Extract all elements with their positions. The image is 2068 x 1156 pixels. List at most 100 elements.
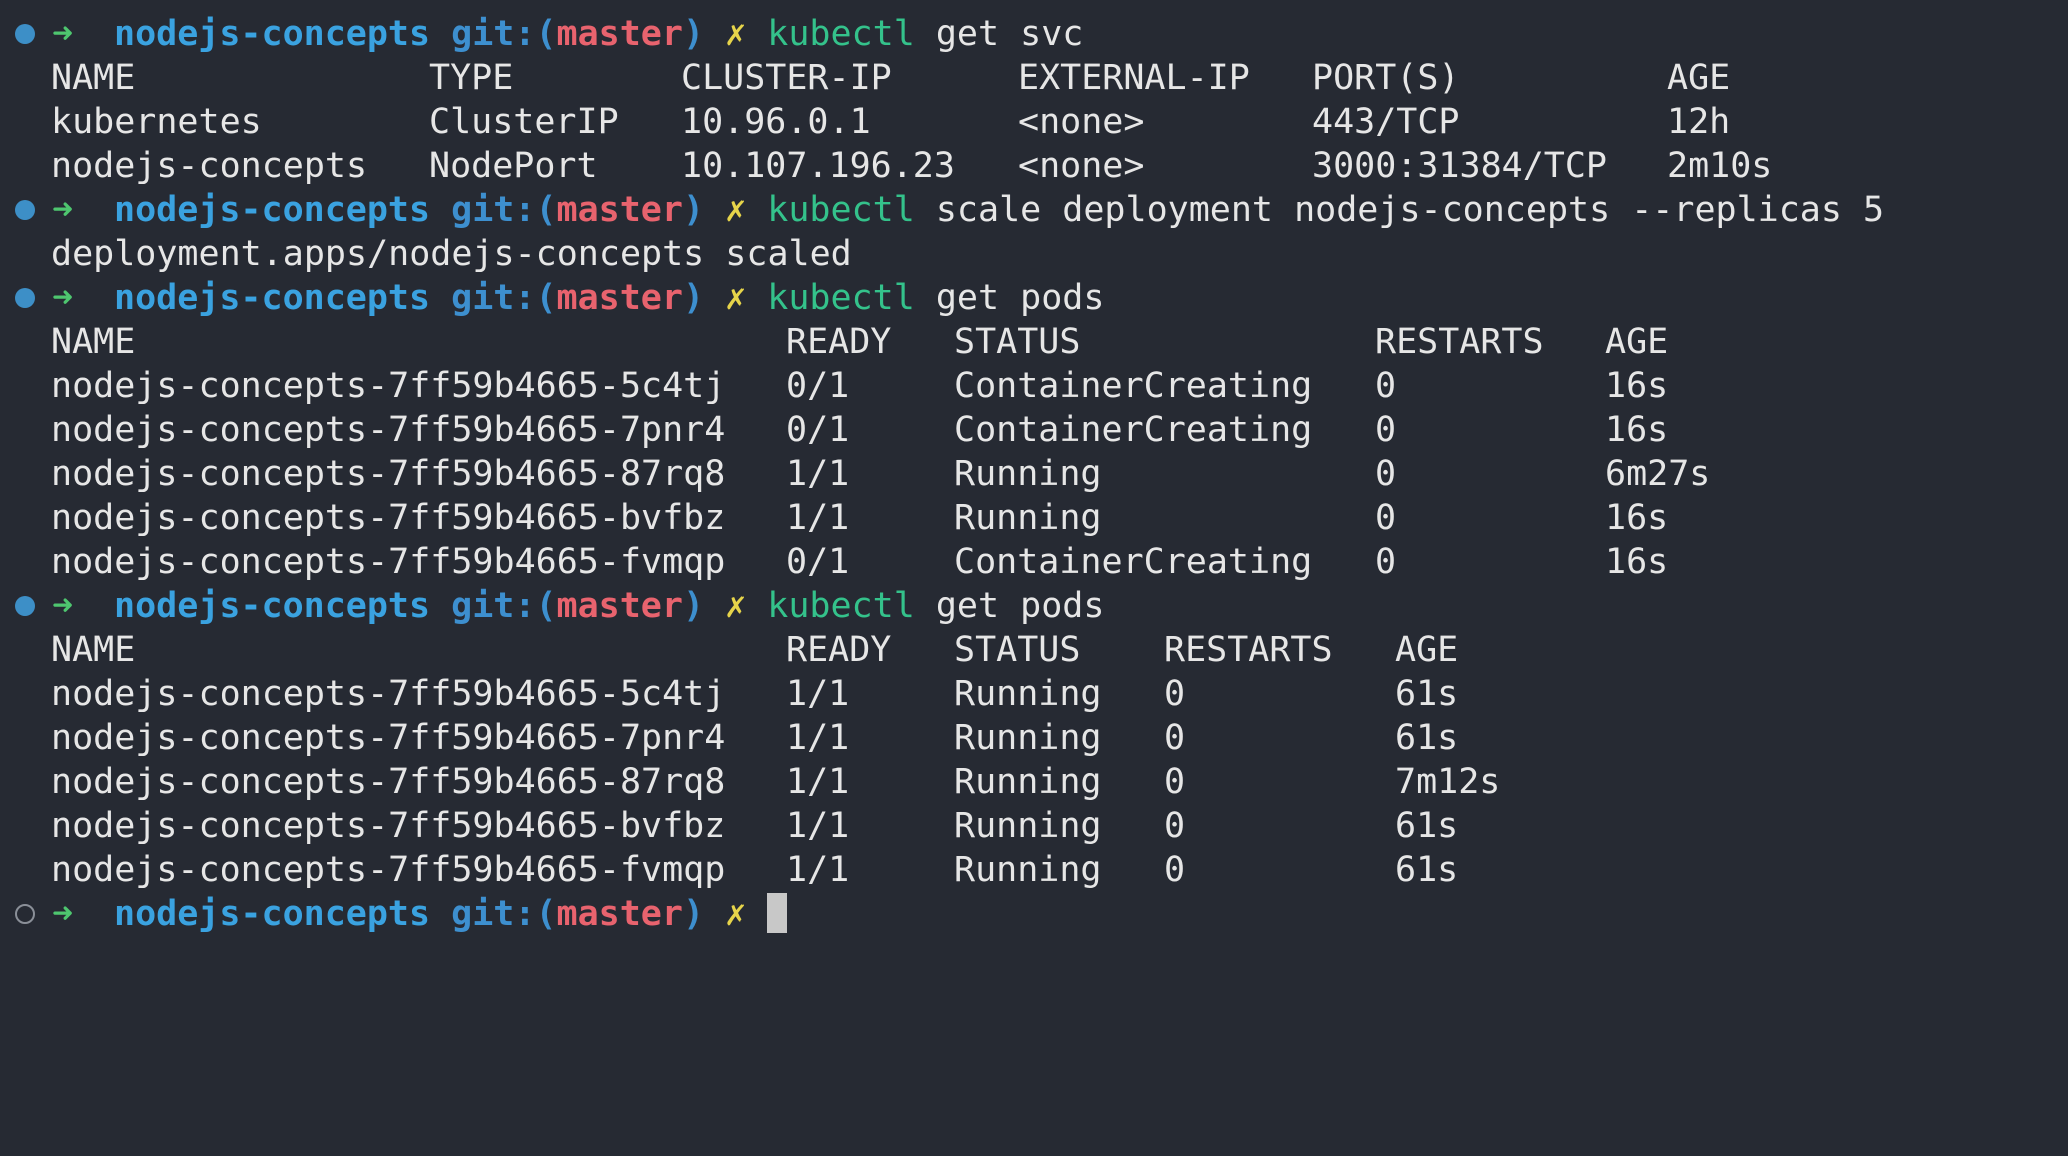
table-header-cell: AGE	[1605, 322, 1669, 362]
table-cell: 0	[1164, 718, 1186, 758]
prompt-arrow-icon: ➜	[52, 278, 74, 318]
prompt-text: nodejs-concepts git:(master) ✗ kubectl g…	[114, 12, 1083, 56]
table-cell: ContainerCreating	[954, 542, 1313, 582]
table-cell: ClusterIP	[429, 102, 619, 142]
command-name: kubectl	[767, 14, 915, 54]
prompt-text: nodejs-concepts git:(master) ✗ kubectl s…	[114, 188, 1884, 232]
table-header-cell: NAME	[51, 630, 136, 670]
table-cell: 61s	[1395, 850, 1459, 890]
table-header-cell: PORT(S)	[1312, 58, 1460, 98]
prompt-arrow-icon: ➜	[52, 586, 74, 626]
prompt-arrow-icon: ➜	[52, 190, 74, 230]
table-cell: 61s	[1395, 718, 1459, 758]
prompt-git-label: git:(	[451, 190, 557, 230]
table-cell: nodejs-concepts-7ff59b4665-fvmqp	[51, 542, 726, 582]
prompt-directory: nodejs-concepts	[114, 14, 431, 54]
pods-table-header: NAME READY STATUS RESTARTS AGE	[0, 320, 2068, 364]
table-cell: 0	[1375, 498, 1397, 538]
table-header-cell: TYPE	[429, 58, 514, 98]
table-cell: nodejs-concepts-7ff59b4665-5c4tj	[51, 674, 726, 714]
table-header-cell: READY	[786, 322, 892, 362]
table-cell: 0	[1164, 762, 1186, 802]
table-cell: Running	[954, 674, 1102, 714]
table-cell: nodejs-concepts-7ff59b4665-bvfbz	[51, 806, 726, 846]
table-cell: ContainerCreating	[954, 410, 1313, 450]
table-cell: 0	[1375, 410, 1397, 450]
table-cell: 0	[1375, 366, 1397, 406]
terminal-window[interactable]: ➜ nodejs-concepts git:(master) ✗ kubectl…	[0, 0, 2068, 944]
table-cell: 0	[1164, 674, 1186, 714]
prompt-git-branch: master	[556, 190, 683, 230]
table-cell: 1/1	[786, 762, 850, 802]
table-cell: 0	[1164, 806, 1186, 846]
table-cell: nodejs-concepts-7ff59b4665-7pnr4	[51, 718, 726, 758]
table-cell: nodejs-concepts-7ff59b4665-7pnr4	[51, 410, 726, 450]
prompt-git-branch: master	[556, 278, 683, 318]
table-cell: 0	[1375, 542, 1397, 582]
pods-table-header: NAME READY STATUS RESTARTS AGE	[0, 628, 2068, 672]
table-cell: 1/1	[786, 454, 850, 494]
command-status-dot	[15, 288, 35, 308]
text-cursor[interactable]	[767, 893, 788, 933]
active-prompt-line[interactable]: ➜ nodejs-concepts git:(master) ✗	[0, 892, 2068, 936]
prompt-dirty-icon: ✗	[725, 586, 747, 626]
table-cell: 0/1	[786, 410, 850, 450]
prompt-directory: nodejs-concepts	[114, 894, 431, 934]
table-cell: 1/1	[786, 718, 850, 758]
table-cell: 16s	[1605, 410, 1669, 450]
command-args: get svc	[935, 14, 1084, 54]
prompt-text: nodejs-concepts git:(master) ✗ kubectl g…	[114, 276, 1104, 320]
prompt-arrow-icon: ➜	[52, 14, 74, 54]
prompt-git-close: )	[682, 278, 705, 318]
table-cell: NodePort	[429, 146, 598, 186]
table-row: nodejs-concepts-7ff59b4665-bvfbz 1/1 Run…	[0, 804, 2068, 848]
table-header-cell: READY	[786, 630, 892, 670]
prompt-git-label: git:(	[451, 278, 557, 318]
table-row: nodejs-concepts-7ff59b4665-87rq8 1/1 Run…	[0, 452, 2068, 496]
prompt-git-label: git:(	[451, 586, 557, 626]
command-output: deployment.apps/nodejs-concepts scaled	[0, 232, 2068, 276]
table-cell: 10.96.0.1	[681, 102, 871, 142]
table-cell: 16s	[1605, 542, 1669, 582]
table-header-cell: NAME	[51, 322, 136, 362]
prompt-git-branch: master	[556, 894, 683, 934]
table-header-cell: STATUS	[954, 322, 1081, 362]
prompt-git-close: )	[682, 190, 705, 230]
table-cell: 0	[1164, 850, 1186, 890]
command-name: kubectl	[767, 278, 915, 318]
command-status-dot	[15, 24, 35, 44]
table-header-cell: AGE	[1395, 630, 1459, 670]
table-row: nodejs-concepts-7ff59b4665-7pnr4 1/1 Run…	[0, 716, 2068, 760]
table-cell: nodejs-concepts-7ff59b4665-fvmqp	[51, 850, 726, 890]
command-args: scale deployment nodejs-concepts --repli…	[935, 190, 1885, 230]
prompt-line: ➜ nodejs-concepts git:(master) ✗ kubectl…	[0, 188, 2068, 232]
table-cell: nodejs-concepts-7ff59b4665-5c4tj	[51, 366, 726, 406]
table-cell: 7m12s	[1395, 762, 1501, 802]
table-cell: <none>	[1018, 146, 1145, 186]
prompt-text: nodejs-concepts git:(master) ✗ kubectl g…	[114, 584, 1104, 628]
prompt-text: nodejs-concepts git:(master) ✗	[114, 892, 788, 936]
table-cell: 61s	[1395, 806, 1459, 846]
table-cell: Running	[954, 718, 1102, 758]
command-status-dot	[15, 596, 35, 616]
table-row: nodejs-concepts-7ff59b4665-fvmqp 0/1 Con…	[0, 540, 2068, 584]
prompt-directory: nodejs-concepts	[114, 190, 431, 230]
prompt-git-label: git:(	[451, 894, 557, 934]
svc-table-header: NAME TYPE CLUSTER-IP EXTERNAL-IP PORT(S)…	[0, 56, 2068, 100]
table-header-cell: EXTERNAL-IP	[1018, 58, 1250, 98]
command-name: kubectl	[767, 586, 915, 626]
table-cell: Running	[954, 498, 1102, 538]
prompt-git-close: )	[682, 586, 705, 626]
table-cell: 1/1	[786, 806, 850, 846]
table-cell: 3000:31384/TCP	[1312, 146, 1608, 186]
table-cell: Running	[954, 762, 1102, 802]
table-cell: 0	[1375, 454, 1397, 494]
table-cell: Running	[954, 454, 1102, 494]
table-cell: 16s	[1605, 498, 1669, 538]
table-cell: kubernetes	[51, 102, 262, 142]
table-row: nodejs-concepts-7ff59b4665-fvmqp 1/1 Run…	[0, 848, 2068, 892]
table-cell: Running	[954, 850, 1102, 890]
table-cell: 1/1	[786, 850, 850, 890]
table-header-cell: CLUSTER-IP	[681, 58, 892, 98]
prompt-directory: nodejs-concepts	[114, 278, 431, 318]
